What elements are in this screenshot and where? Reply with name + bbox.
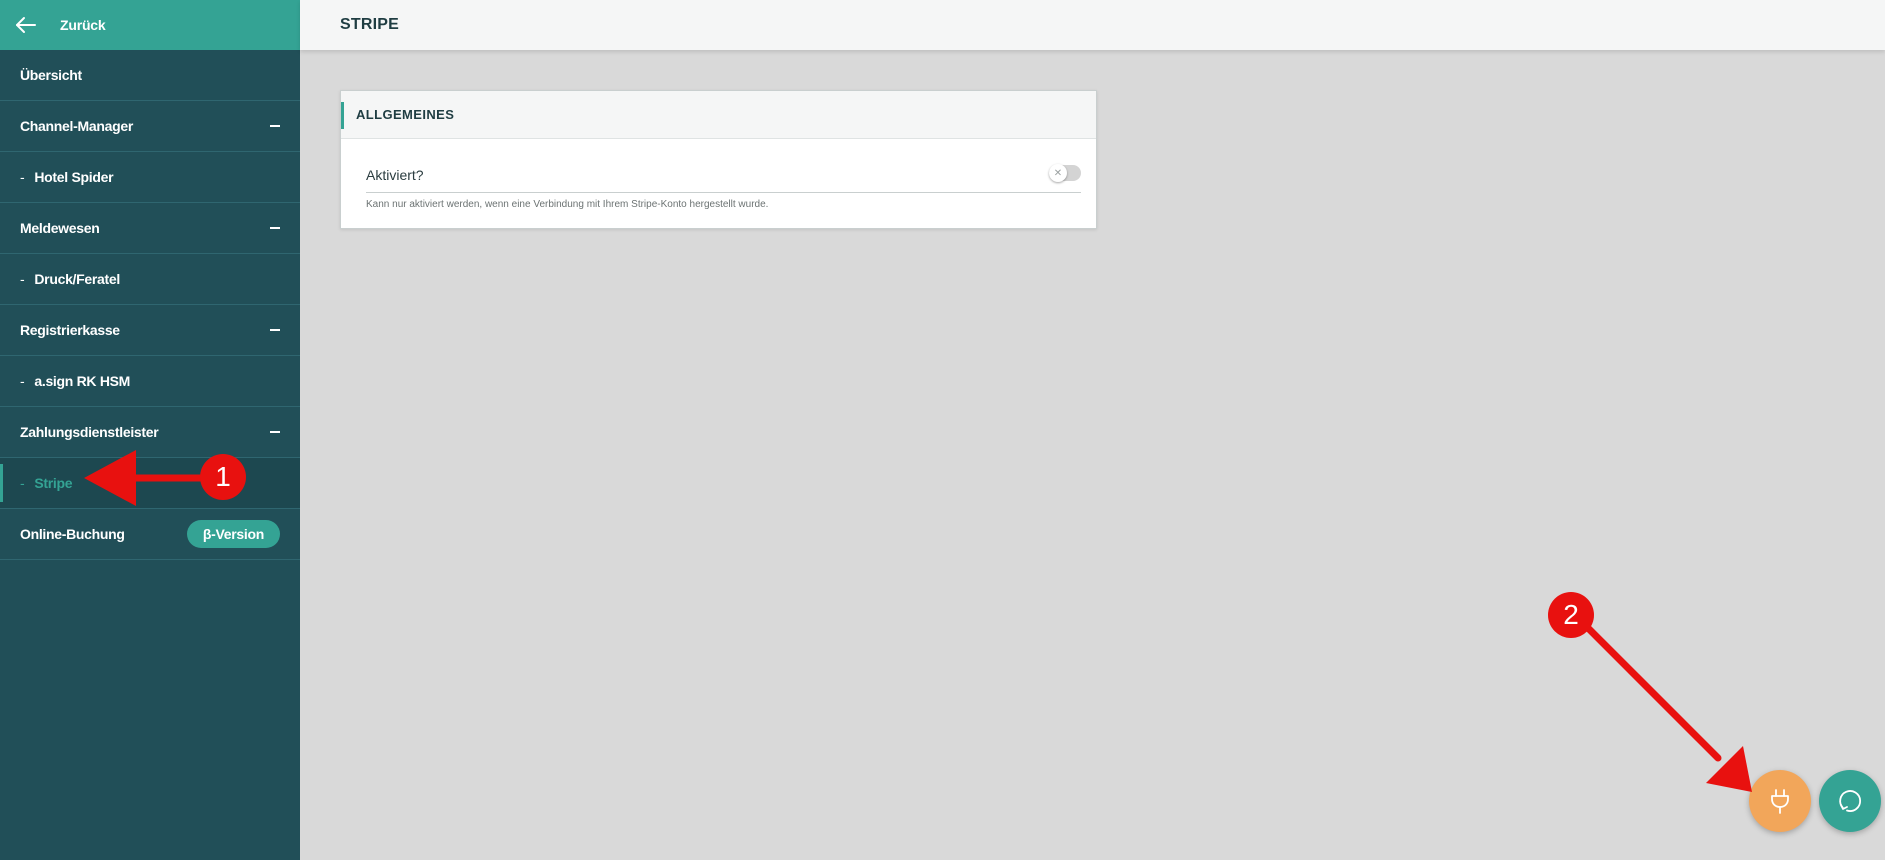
sidebar-item-stripe[interactable]: - Stripe [0,458,300,509]
sidebar-item-label: Übersicht [20,67,82,83]
page-title: STRIPE [340,16,399,33]
card-header: ALLGEMEINES [341,91,1096,139]
sidebar-item-label: a.sign RK HSM [34,373,131,389]
sidebar-item-hotel-spider[interactable]: - Hotel Spider [0,152,300,203]
sidebar-item-label: Hotel Spider [34,169,114,185]
sidebar-item-label: Channel-Manager [20,118,133,134]
activated-field-row: Aktiviert? ✕ [366,139,1081,193]
toggle-knob: ✕ [1049,164,1067,182]
activation-hint: Kann nur aktiviert werden, wenn eine Ver… [366,199,769,210]
settings-card: ALLGEMEINES Aktiviert? ✕ Kann nur aktivi… [340,90,1097,229]
activated-label: Aktiviert? [366,167,424,183]
close-icon: ✕ [1053,167,1063,179]
sidebar-item-label: Online-Buchung [20,526,125,542]
sidebar-group-meldewesen[interactable]: Meldewesen [0,203,300,254]
annotation-marker-1: 1 [200,454,246,500]
annotation-arrow-2-head [1706,746,1752,792]
arrow-left-icon [16,17,36,33]
chat-icon [1839,790,1861,812]
sub-prefix: - [20,373,25,389]
sidebar-group-registrierkasse[interactable]: Registrierkasse [0,305,300,356]
page-header: STRIPE [300,0,1885,50]
collapse-icon[interactable] [270,329,280,331]
connect-button[interactable] [1749,770,1811,832]
annotation-marker-2: 2 [1548,592,1594,638]
sidebar-group-zahlungsdienstleister[interactable]: Zahlungsdienstleister [0,407,300,458]
beta-badge: β-Version [186,520,280,548]
activated-toggle[interactable]: ✕ [1049,164,1081,182]
chat-button[interactable] [1819,770,1881,832]
sidebar-item-uebersicht[interactable]: Übersicht [0,50,300,101]
plug-icon [1771,789,1789,814]
card-title: ALLGEMEINES [356,107,455,122]
sidebar-item-label: Meldewesen [20,220,100,236]
annotation-arrow-2-shaft [1576,616,1722,762]
sidebar-item-online-buchung[interactable]: Online-Buchung β-Version [0,509,300,560]
sidebar-group-channel-manager[interactable]: Channel-Manager [0,101,300,152]
collapse-icon[interactable] [270,125,280,127]
sidebar-item-asign-rk-hsm[interactable]: - a.sign RK HSM [0,356,300,407]
sidebar-item-label: Registrierkasse [20,322,120,338]
sidebar-item-label: Zahlungsdienstleister [20,424,159,440]
sidebar-item-label: Druck/Feratel [34,271,120,287]
sidebar-item-label: Stripe [34,475,73,491]
back-button[interactable]: Zurück [0,0,300,50]
card-body: Aktiviert? ✕ Kann nur aktiviert werden, … [341,139,1096,210]
collapse-icon[interactable] [270,227,280,229]
sub-prefix: - [20,271,25,287]
back-label: Zurück [60,17,106,33]
collapse-icon[interactable] [270,431,280,433]
sub-prefix: - [20,169,25,185]
sidebar-item-druck-feratel[interactable]: - Druck/Feratel [0,254,300,305]
sidebar: Zurück Übersicht Channel-Manager - Hotel… [0,0,300,860]
sub-prefix: - [20,475,25,491]
